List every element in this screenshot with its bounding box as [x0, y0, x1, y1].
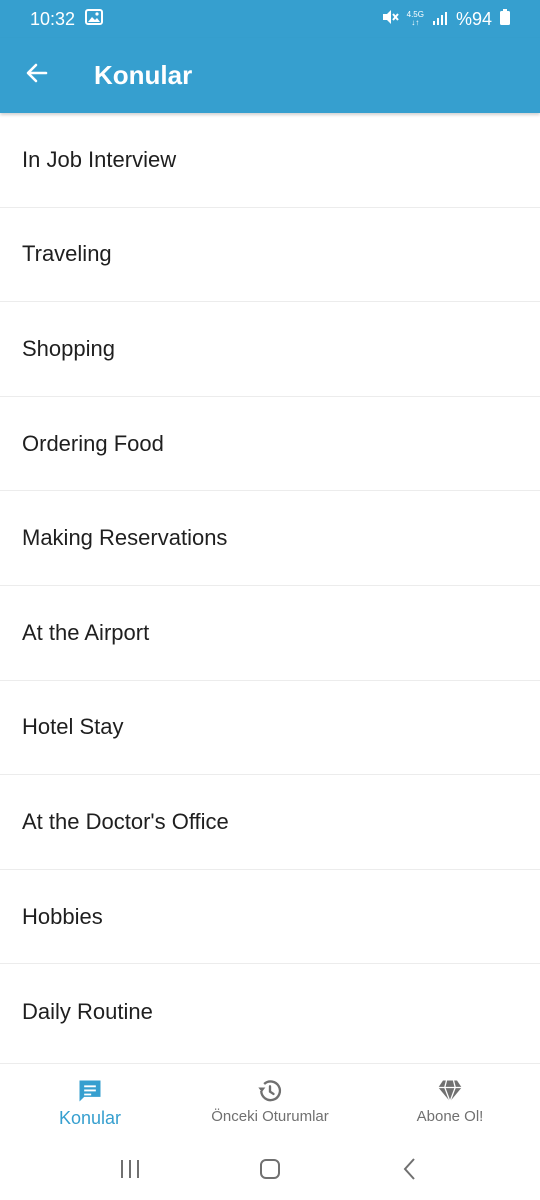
topic-item[interactable]: In Job Interview — [0, 113, 540, 208]
topic-item[interactable]: Traveling — [0, 208, 540, 303]
system-nav-bar — [0, 1143, 540, 1200]
network-type-indicator: 4.5G ↓↑ — [406, 10, 424, 27]
status-left: 10:32 — [30, 8, 104, 30]
topic-item[interactable]: Daily Routine — [0, 964, 540, 1059]
tab-label: Önceki Oturumlar — [211, 1108, 329, 1125]
chat-icon — [76, 1076, 104, 1106]
topic-list: In Job Interview Traveling Shopping Orde… — [0, 113, 540, 1063]
status-time: 10:32 — [30, 8, 76, 29]
page-title: Konular — [94, 60, 193, 90]
topic-item[interactable]: Hotel Stay — [0, 681, 540, 776]
topic-item[interactable]: Hobbies — [0, 870, 540, 965]
status-bar: 10:32 4.5G ↓↑ %94 — [0, 0, 540, 38]
app-bar: Konular — [0, 38, 540, 113]
mute-icon — [381, 8, 399, 31]
recent-apps-icon — [118, 1158, 142, 1185]
diamond-icon — [436, 1076, 464, 1106]
tab-konular[interactable]: Konular — [0, 1064, 180, 1144]
history-icon — [256, 1076, 284, 1106]
battery-icon — [500, 8, 510, 30]
signal-icon — [432, 9, 448, 30]
topic-item[interactable]: At the Doctor's Office — [0, 775, 540, 870]
system-back-button[interactable] — [380, 1152, 440, 1192]
home-icon — [258, 1157, 282, 1186]
status-right: 4.5G ↓↑ %94 — [381, 8, 510, 31]
topic-item[interactable]: Making Reservations — [0, 491, 540, 586]
topic-item[interactable]: Shopping — [0, 302, 540, 397]
home-button[interactable] — [240, 1152, 300, 1192]
tab-label: Abone Ol! — [416, 1108, 484, 1125]
image-icon — [85, 8, 104, 30]
topic-item[interactable]: At the Airport — [0, 586, 540, 681]
tab-previous-sessions[interactable]: Önceki Oturumlar — [180, 1064, 360, 1144]
tab-subscribe[interactable]: Abone Ol! — [360, 1064, 540, 1144]
tab-label: Konular — [58, 1108, 122, 1128]
battery-percentage: %94 — [455, 8, 492, 29]
bottom-nav: Konular Önceki Oturumlar Abone Ol! — [0, 1063, 540, 1143]
recent-apps-button[interactable] — [100, 1152, 160, 1192]
arrow-left-icon — [25, 61, 49, 90]
topic-item[interactable]: Ordering Food — [0, 397, 540, 492]
back-button[interactable] — [0, 38, 74, 113]
chevron-left-icon — [400, 1157, 420, 1186]
